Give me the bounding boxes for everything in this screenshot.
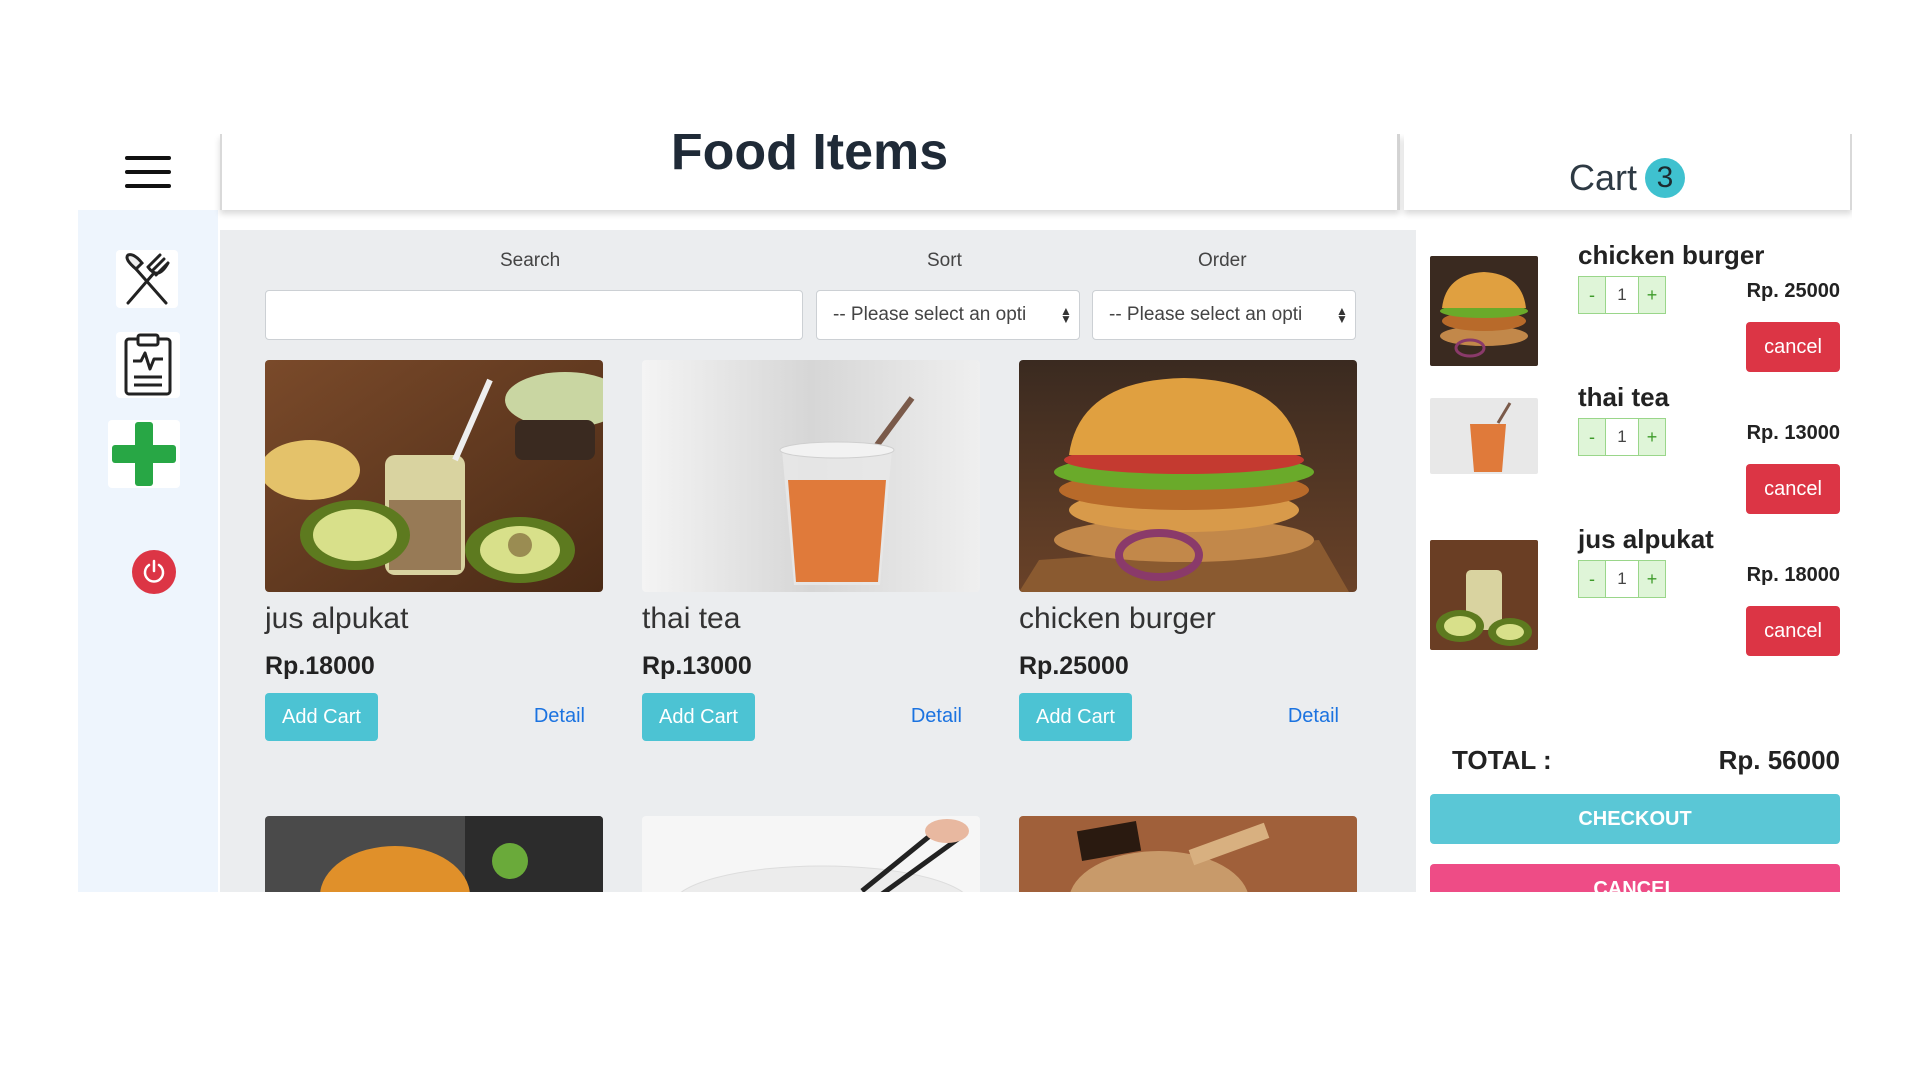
cart-count-badge: 3 <box>1645 158 1685 198</box>
checkout-button[interactable]: CHECKOUT <box>1430 794 1840 844</box>
product-image-chocolate-partial[interactable] <box>1019 816 1357 892</box>
cart-item-price: Rp. 18000 <box>1746 564 1840 586</box>
product-image-avocado-juice[interactable] <box>265 360 603 592</box>
cancel-order-button[interactable]: CANCEL <box>1430 864 1840 892</box>
add-cart-button[interactable]: Add Cart <box>1019 693 1132 741</box>
cart-header: Cart 3 <box>1404 134 1852 210</box>
cancel-item-button[interactable]: cancel <box>1746 322 1840 372</box>
product-area: Search Sort -- Please select an opti ▲ ▼ … <box>220 230 1416 892</box>
cart-item-name: jus alpukat <box>1578 524 1714 554</box>
cart-item: jus alpukat - 1 + Rp. 18000 cancel <box>1430 524 1840 656</box>
product-price: Rp.25000 <box>1019 652 1129 680</box>
product-image-noodles-partial[interactable] <box>642 816 980 892</box>
order-select[interactable]: -- Please select an opti ▲ ▼ <box>1092 290 1356 340</box>
order-select-value: -- Please select an opti <box>1109 304 1303 325</box>
product-card: thai tea Rp.13000 Add Cart Detail <box>642 360 980 741</box>
cart-item: thai tea - 1 + Rp. 13000 cancel <box>1430 382 1840 514</box>
product-image-burger-partial[interactable] <box>265 816 603 892</box>
quantity-value: 1 <box>1606 560 1638 598</box>
clipboard-report-icon <box>124 333 172 396</box>
decrement-button[interactable]: - <box>1578 418 1606 456</box>
cart-item-name: thai tea <box>1578 382 1670 412</box>
sidebar-item-add[interactable] <box>108 420 180 488</box>
product-image-chicken-burger[interactable] <box>1019 360 1357 592</box>
cart-panel: chicken burger - 1 + Rp. 25000 cancel th… <box>1430 230 1852 892</box>
app-window: Food Items Cart 3 Search Sort -- Please … <box>78 134 1852 892</box>
cancel-item-button[interactable]: cancel <box>1746 464 1840 514</box>
fork-knife-icon <box>125 253 170 305</box>
cart-item-image <box>1430 256 1538 366</box>
sidebar <box>78 210 218 892</box>
quantity-stepper: - 1 + <box>1578 560 1666 598</box>
detail-link[interactable]: Detail <box>911 705 962 728</box>
sidebar-item-food[interactable] <box>116 250 178 308</box>
product-image-thai-tea[interactable] <box>642 360 980 592</box>
product-price: Rp.13000 <box>642 652 752 680</box>
increment-button[interactable]: + <box>1638 418 1666 456</box>
cart-item-image <box>1430 540 1538 650</box>
select-arrows-icon: ▲ ▼ <box>1336 304 1348 326</box>
select-arrows-icon: ▲ ▼ <box>1060 304 1072 326</box>
cart-item-name: chicken burger <box>1578 240 1765 270</box>
quantity-value: 1 <box>1606 418 1638 456</box>
product-name: thai tea <box>642 602 741 635</box>
quantity-stepper: - 1 + <box>1578 418 1666 456</box>
product-card: jus alpukat Rp.18000 Add Cart Detail <box>265 360 603 741</box>
cart-item-price: Rp. 13000 <box>1746 422 1840 444</box>
cart-item-price: Rp. 25000 <box>1746 280 1840 302</box>
product-name: jus alpukat <box>265 602 409 635</box>
sidebar-item-report[interactable] <box>116 332 180 398</box>
decrement-button[interactable]: - <box>1578 276 1606 314</box>
order-label: Order <box>1198 250 1247 271</box>
sort-label: Sort <box>927 250 962 271</box>
detail-link[interactable]: Detail <box>1288 705 1339 728</box>
increment-button[interactable]: + <box>1638 276 1666 314</box>
page-title: Food Items <box>670 134 949 181</box>
total-label: TOTAL : <box>1452 745 1552 775</box>
decrement-button[interactable]: - <box>1578 560 1606 598</box>
cart-title: Cart <box>1568 157 1637 198</box>
hamburger-menu-button[interactable] <box>78 134 218 210</box>
power-icon <box>143 559 165 583</box>
quantity-stepper: - 1 + <box>1578 276 1666 314</box>
plus-icon <box>112 422 176 486</box>
search-input[interactable] <box>265 290 803 340</box>
logout-button[interactable] <box>132 550 176 594</box>
sort-select-value: -- Please select an opti <box>833 304 1027 325</box>
add-cart-button[interactable]: Add Cart <box>265 693 378 741</box>
cancel-item-button[interactable]: cancel <box>1746 606 1840 656</box>
cart-item: chicken burger - 1 + Rp. 25000 cancel <box>1430 240 1840 372</box>
quantity-value: 1 <box>1606 276 1638 314</box>
increment-button[interactable]: + <box>1638 560 1666 598</box>
product-name: chicken burger <box>1019 602 1216 635</box>
product-price: Rp.18000 <box>265 652 375 680</box>
cart-item-image <box>1430 398 1538 474</box>
search-label: Search <box>500 250 561 271</box>
product-card: chicken burger Rp.25000 Add Cart Detail <box>1019 360 1357 741</box>
hamburger-icon <box>125 156 171 188</box>
sort-select[interactable]: -- Please select an opti ▲ ▼ <box>816 290 1080 340</box>
add-cart-button[interactable]: Add Cart <box>642 693 755 741</box>
detail-link[interactable]: Detail <box>534 705 585 728</box>
main-header: Food Items <box>220 134 1400 210</box>
total-value: Rp. 56000 <box>1718 745 1840 775</box>
